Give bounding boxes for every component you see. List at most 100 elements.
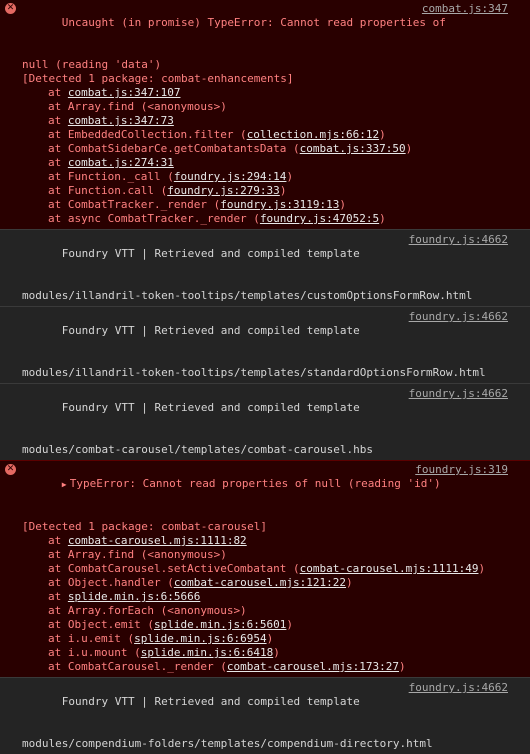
frame-function: i.u.emit ( bbox=[67, 632, 135, 645]
stack-frame: at Array.find (<anonymous>) bbox=[0, 100, 530, 114]
frame-link[interactable]: combat-carousel.mjs:1111:82 bbox=[68, 534, 247, 547]
frame-suffix: ) bbox=[286, 618, 294, 631]
stack-frame: at i.u.emit (splide.min.js:6:6954) bbox=[0, 632, 530, 646]
frame-function: Object.emit ( bbox=[67, 618, 154, 631]
console-log-entry[interactable]: Foundry VTT | Retrieved and compiled tem… bbox=[0, 229, 530, 306]
frame-link[interactable]: foundry.js:47052:5 bbox=[260, 212, 379, 225]
frame-link[interactable]: foundry.js:294:14 bbox=[174, 170, 287, 183]
frame-prefix: at bbox=[48, 198, 68, 211]
log-line: Foundry VTT | Retrieved and compiled tem… bbox=[0, 310, 530, 366]
frame-function: Array.find (<anonymous>) bbox=[67, 100, 227, 113]
devtools-console: ✕ Uncaught (in promise) TypeError: Canno… bbox=[0, 0, 530, 754]
expand-triangle-icon[interactable]: ▶ bbox=[62, 478, 70, 492]
source-link[interactable]: combat.js:347 bbox=[422, 2, 508, 16]
error-message-line: null (reading 'data') bbox=[0, 58, 530, 72]
stack-frame: at combat-carousel.mjs:1111:82 bbox=[0, 534, 530, 548]
frame-link[interactable]: combat.js:347:73 bbox=[68, 114, 174, 127]
log-line: modules/compendium-folders/templates/com… bbox=[0, 737, 530, 751]
error-message-text: TypeError: Cannot read properties of nul… bbox=[69, 477, 441, 490]
log-line: Foundry VTT | Retrieved and compiled tem… bbox=[0, 387, 530, 443]
console-error-entry[interactable]: ✕ ▶ TypeError: Cannot read properties of … bbox=[0, 460, 530, 677]
frame-prefix: at bbox=[48, 114, 68, 127]
frame-link[interactable]: combat-carousel.mjs:121:22 bbox=[174, 576, 346, 589]
log-line: Foundry VTT | Retrieved and compiled tem… bbox=[0, 681, 530, 737]
frame-prefix: at bbox=[48, 212, 68, 225]
console-log-entry[interactable]: Foundry VTT | Retrieved and compiled tem… bbox=[0, 306, 530, 383]
source-link[interactable]: foundry.js:319 bbox=[415, 463, 508, 477]
frame-suffix: ) bbox=[273, 646, 280, 659]
frame-suffix: ) bbox=[339, 198, 347, 211]
source-link[interactable]: foundry.js:4662 bbox=[409, 387, 508, 401]
stack-frame: at Function._call (foundry.js:294:14) bbox=[0, 170, 530, 184]
log-text: Foundry VTT | Retrieved and compiled tem… bbox=[61, 247, 360, 260]
frame-function: Function.call ( bbox=[67, 184, 168, 197]
source-link[interactable]: foundry.js:4662 bbox=[409, 681, 508, 695]
frame-link[interactable]: combat.js:274:31 bbox=[68, 156, 174, 169]
frame-prefix: at bbox=[48, 632, 68, 645]
log-line: modules/illandril-token-tooltips/templat… bbox=[0, 289, 530, 303]
frame-link[interactable]: combat-carousel.mjs:173:27 bbox=[227, 660, 399, 673]
frame-prefix: at bbox=[48, 142, 68, 155]
stack-frame: at Array.forEach (<anonymous>) bbox=[0, 604, 530, 618]
stack-trace: at combat.js:347:107 at Array.find (<ano… bbox=[0, 86, 530, 226]
frame-function: Array.find (<anonymous>) bbox=[67, 548, 227, 561]
log-line: Foundry VTT | Retrieved and compiled tem… bbox=[0, 233, 530, 289]
frame-suffix: ) bbox=[279, 184, 287, 197]
stack-frame: at combat.js:347:107 bbox=[0, 86, 530, 100]
stack-frame: at Object.handler (combat-carousel.mjs:1… bbox=[0, 576, 530, 590]
error-message-text: Uncaught (in promise) TypeError: Cannot … bbox=[61, 16, 446, 29]
detected-package-line: [Detected 1 package: combat-carousel] bbox=[0, 520, 530, 534]
frame-suffix: ) bbox=[405, 142, 413, 155]
frame-suffix: ) bbox=[379, 128, 386, 141]
error-message-line: Uncaught (in promise) TypeError: Cannot … bbox=[0, 2, 530, 58]
stack-frame: at Array.find (<anonymous>) bbox=[0, 548, 530, 562]
frame-prefix: at bbox=[48, 590, 68, 603]
frame-link[interactable]: splide.min.js:6:6418 bbox=[141, 646, 273, 659]
console-log-entry[interactable]: Foundry VTT | Retrieved and compiled tem… bbox=[0, 677, 530, 754]
frame-link[interactable]: collection.mjs:66:12 bbox=[247, 128, 379, 141]
log-text: modules/combat-carousel/templates/combat… bbox=[22, 443, 373, 456]
frame-function: Function._call ( bbox=[67, 170, 174, 183]
error-message-line: ▶ TypeError: Cannot read properties of nu… bbox=[0, 463, 530, 520]
console-error-entry[interactable]: ✕ Uncaught (in promise) TypeError: Canno… bbox=[0, 0, 530, 229]
stack-frame: at async CombatTracker._render (foundry.… bbox=[0, 212, 530, 226]
frame-function: CombatSidebarCe.getCombatantsData ( bbox=[67, 142, 300, 155]
frame-link[interactable]: foundry.js:3119:13 bbox=[220, 198, 339, 211]
stack-frame: at splide.min.js:6:5666 bbox=[0, 590, 530, 604]
frame-prefix: at bbox=[48, 660, 68, 673]
frame-suffix: ) bbox=[478, 562, 486, 575]
stack-frame: at EmbeddedCollection.filter (collection… bbox=[0, 128, 530, 142]
stack-frame: at CombatCarousel.setActiveCombatant (co… bbox=[0, 562, 530, 576]
frame-prefix: at bbox=[48, 128, 68, 141]
frame-link[interactable]: foundry.js:279:33 bbox=[167, 184, 280, 197]
frame-prefix: at bbox=[48, 86, 68, 99]
stack-frame: at combat.js:274:31 bbox=[0, 156, 530, 170]
log-text: modules/illandril-token-tooltips/templat… bbox=[22, 366, 486, 379]
frame-link[interactable]: splide.min.js:6:5601 bbox=[154, 618, 286, 631]
stack-frame: at CombatSidebarCe.getCombatantsData (co… bbox=[0, 142, 530, 156]
frame-prefix: at bbox=[48, 548, 68, 561]
frame-suffix: ) bbox=[286, 170, 294, 183]
frame-link[interactable]: combat-carousel.mjs:1111:49 bbox=[300, 562, 479, 575]
frame-function: i.u.mount ( bbox=[67, 646, 141, 659]
frame-suffix: ) bbox=[399, 660, 406, 673]
frame-link[interactable]: splide.min.js:6:6954 bbox=[134, 632, 266, 645]
log-text: Foundry VTT | Retrieved and compiled tem… bbox=[61, 401, 360, 414]
stack-frame: at i.u.mount (splide.min.js:6:6418) bbox=[0, 646, 530, 660]
stack-frame: at Function.call (foundry.js:279:33) bbox=[0, 184, 530, 198]
log-text: modules/compendium-folders/templates/com… bbox=[22, 737, 433, 750]
frame-link[interactable]: combat.js:347:107 bbox=[68, 86, 181, 99]
frame-prefix: at bbox=[48, 604, 68, 617]
source-link[interactable]: foundry.js:4662 bbox=[409, 233, 508, 247]
frame-link[interactable]: splide.min.js:6:5666 bbox=[68, 590, 200, 603]
log-line: modules/combat-carousel/templates/combat… bbox=[0, 443, 530, 457]
frame-prefix: at bbox=[48, 576, 68, 589]
console-log-entry[interactable]: Foundry VTT | Retrieved and compiled tem… bbox=[0, 383, 530, 460]
frame-function: CombatTracker._render ( bbox=[67, 198, 221, 211]
frame-suffix: ) bbox=[379, 212, 386, 225]
source-link[interactable]: foundry.js:4662 bbox=[409, 310, 508, 324]
stack-frame: at Object.emit (splide.min.js:6:5601) bbox=[0, 618, 530, 632]
frame-link[interactable]: combat.js:337:50 bbox=[300, 142, 406, 155]
frame-prefix: at bbox=[48, 618, 68, 631]
log-text: Foundry VTT | Retrieved and compiled tem… bbox=[61, 695, 360, 708]
